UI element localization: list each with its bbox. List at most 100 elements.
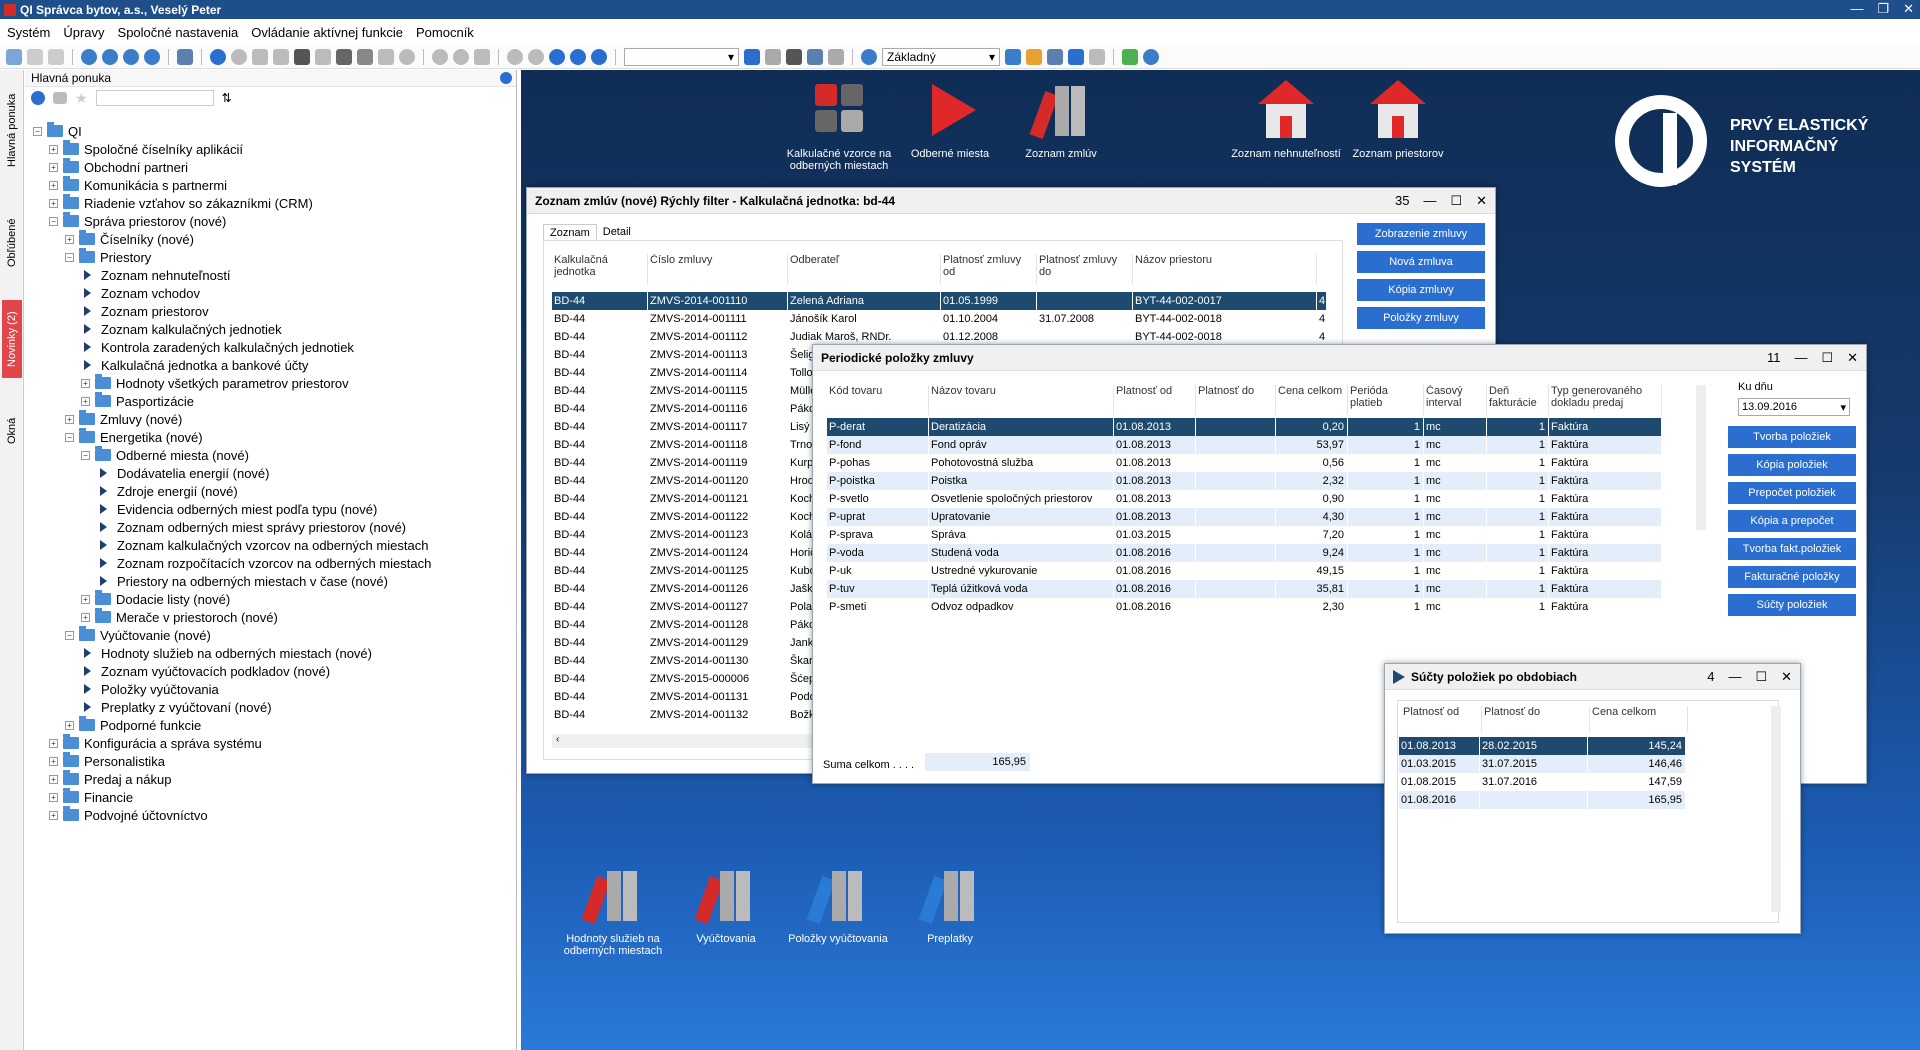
zoom-icon[interactable]: [357, 48, 373, 65]
expand-toggle-icon[interactable]: +: [81, 594, 90, 604]
tree-node[interactable]: + Riadenie vzťahov so zákazníkmi (CRM): [49, 194, 313, 212]
filter-remove-icon[interactable]: [828, 48, 844, 65]
first-record-icon[interactable]: [507, 48, 523, 65]
tree-node[interactable]: Dodávatelia energií (nové): [97, 464, 269, 482]
table-row[interactable]: P-uk Ustredné vykurovanie 01.08.2016 49,15 1…: [827, 562, 1662, 580]
expand-toggle-icon[interactable]: −: [65, 252, 74, 262]
confirm-icon[interactable]: [231, 48, 247, 65]
tab-main-menu[interactable]: Hlavná ponuka: [2, 80, 22, 180]
vertical-scrollbar[interactable]: [1696, 385, 1706, 530]
menu-search-input[interactable]: [95, 90, 214, 106]
column-header[interactable]: Perióda platieb: [1348, 385, 1424, 415]
tree-node[interactable]: + Konfigurácia a správa systému: [49, 734, 262, 752]
sort-icon[interactable]: ⇅: [222, 91, 232, 105]
last-record-icon[interactable]: [591, 48, 607, 65]
tree-node[interactable]: + Podvojné účtovníctvo: [49, 806, 208, 824]
expand-toggle-icon[interactable]: +: [49, 810, 58, 820]
expand-toggle-icon[interactable]: +: [49, 738, 58, 748]
pin-icon[interactable]: [177, 48, 193, 65]
stop-icon[interactable]: [399, 48, 415, 65]
column-header[interactable]: Typ generovaného dokladu predaj: [1549, 385, 1662, 415]
date-field[interactable]: 13.09.2016 ▾: [1738, 398, 1850, 416]
menu-common-settings[interactable]: Spoločné nastavenia: [118, 25, 239, 40]
toolbar-combo[interactable]: ▾: [624, 47, 739, 66]
tree-node[interactable]: + Spoločné číselníky aplikácií: [49, 140, 243, 158]
table-row[interactable]: P-sprava Správa 01.03.2015 7,20 1 mc 1 Faktúra: [827, 526, 1662, 544]
table-icon[interactable]: [1047, 48, 1063, 65]
new-contract-button[interactable]: Nová zmluva: [1357, 251, 1485, 273]
column-header[interactable]: Platnosť do: [1482, 706, 1590, 732]
tab-list[interactable]: Zoznam: [543, 224, 597, 241]
erase-icon[interactable]: [252, 48, 268, 65]
column-header[interactable]: Deň fakturácie: [1487, 385, 1549, 415]
menu-help[interactable]: Pomocník: [416, 25, 474, 40]
expand-toggle-icon[interactable]: +: [81, 378, 90, 388]
next-page-icon[interactable]: [570, 48, 586, 65]
pin-icon[interactable]: [500, 72, 512, 84]
collapse-icon[interactable]: [53, 92, 67, 104]
gear-icon[interactable]: [861, 48, 877, 65]
expand-toggle-icon[interactable]: −: [33, 126, 42, 136]
filter-icon[interactable]: [744, 48, 760, 65]
column-header[interactable]: Názov tovaru: [929, 385, 1114, 415]
desktop-shortcut[interactable]: Hodnoty služieb na odberných miestach: [553, 865, 673, 957]
table-row[interactable]: P-tuv Teplá úžitková voda 01.08.2016 35,81 1…: [827, 580, 1662, 598]
tree-node[interactable]: + Číselníky (nové): [65, 230, 194, 248]
desktop-shortcut[interactable]: Preplatky: [890, 865, 1010, 945]
tree-node[interactable]: Zoznam kalkulačných jednotiek: [81, 320, 282, 338]
table-row[interactable]: P-pohas Pohotovostná služba 01.08.2013 0,56…: [827, 454, 1662, 472]
column-header[interactable]: Odberateľ: [788, 254, 941, 284]
tree-node[interactable]: − Správa priestorov (nové): [49, 212, 226, 230]
copy-icon[interactable]: [6, 48, 22, 65]
filter-edit-icon[interactable]: [807, 48, 823, 65]
info-icon[interactable]: [102, 48, 118, 65]
table-row[interactable]: P-derat Deratizácia 01.08.2013 0,20 1 mc 1 Fakt…: [827, 418, 1662, 436]
expand-toggle-icon[interactable]: +: [65, 414, 74, 424]
expand-toggle-icon[interactable]: −: [81, 450, 90, 460]
column-header[interactable]: Kód tovaru: [827, 385, 929, 415]
menu-active-function[interactable]: Ovládanie aktívnej funkcie: [251, 25, 403, 40]
table-row[interactable]: BD-44 ZMVS-2014-001111 Jánošík Karol 01.10.…: [552, 310, 1327, 328]
tree-node[interactable]: Zoznam odberných miest správy priestorov…: [97, 518, 406, 536]
desktop-shortcut[interactable]: Zoznam zmlúv: [1001, 80, 1121, 160]
sort-icon[interactable]: [786, 48, 802, 65]
expand-toggle-icon[interactable]: +: [49, 792, 58, 802]
tab-news[interactable]: Novinky (2): [2, 300, 22, 378]
desktop-shortcut[interactable]: Zoznam priestorov: [1338, 80, 1458, 160]
table-row[interactable]: P-poistka Poistka 01.08.2013 2,32 1 mc 1 Faktúr…: [827, 472, 1662, 490]
star-icon[interactable]: ★: [75, 90, 88, 107]
desktop-shortcut[interactable]: Zoznam nehnuteľností: [1226, 80, 1346, 160]
column-header[interactable]: Platnosť do: [1196, 385, 1276, 415]
show-contract-button[interactable]: Zobrazenie zmluvy: [1357, 223, 1485, 245]
prev-record-icon[interactable]: [528, 48, 544, 65]
desktop-shortcut[interactable]: Kalkulačné vzorce na odberných miestach: [779, 80, 899, 172]
desktop-shortcut[interactable]: Položky vyúčtovania: [778, 865, 898, 945]
tree-node[interactable]: Zoznam vyúčtovacích podkladov (nové): [81, 662, 330, 680]
next-record-icon[interactable]: [549, 48, 565, 65]
tree-node[interactable]: + Financie: [49, 788, 133, 806]
tree-node[interactable]: + Predaj a nákup: [49, 770, 171, 788]
expand-toggle-icon[interactable]: +: [49, 144, 58, 154]
tree-node[interactable]: + Merače v priestoroch (nové): [81, 608, 278, 626]
tab-detail[interactable]: Detail: [597, 224, 637, 241]
table-row[interactable]: 01.08.2015 31.07.2016 147,59: [1399, 773, 1686, 791]
print-icon[interactable]: [336, 48, 352, 65]
refresh-icon[interactable]: [210, 48, 226, 65]
column-header[interactable]: Platnosť od: [1401, 706, 1482, 732]
tree-node[interactable]: Zoznam kalkulačných vzorcov na odberných…: [97, 536, 428, 554]
tree-node[interactable]: + Podporné funkcie: [65, 716, 201, 734]
close-icon[interactable]: ✕: [1476, 193, 1487, 209]
window-icon[interactable]: [273, 48, 289, 65]
refresh-icon[interactable]: [31, 91, 45, 105]
table-row[interactable]: P-fond Fond opráv 01.08.2013 53,97 1 mc 1 Faktú…: [827, 436, 1662, 454]
tree-node[interactable]: Zoznam nehnuteľností: [81, 266, 231, 284]
create-items-button[interactable]: Tvorba položiek: [1728, 426, 1856, 448]
tree-node[interactable]: Položky vyúčtovania: [81, 680, 219, 698]
column-header[interactable]: Časový interval: [1424, 385, 1487, 415]
tree-node[interactable]: − Priestory: [65, 248, 151, 266]
minimize-icon[interactable]: —: [1728, 669, 1741, 685]
tree-node[interactable]: Priestory na odberných miestach v čase (…: [97, 572, 388, 590]
minimize-icon[interactable]: —: [1850, 1, 1863, 17]
restore-icon[interactable]: ❐: [1877, 1, 1889, 17]
view-combo[interactable]: Základný ▾: [882, 47, 1000, 66]
